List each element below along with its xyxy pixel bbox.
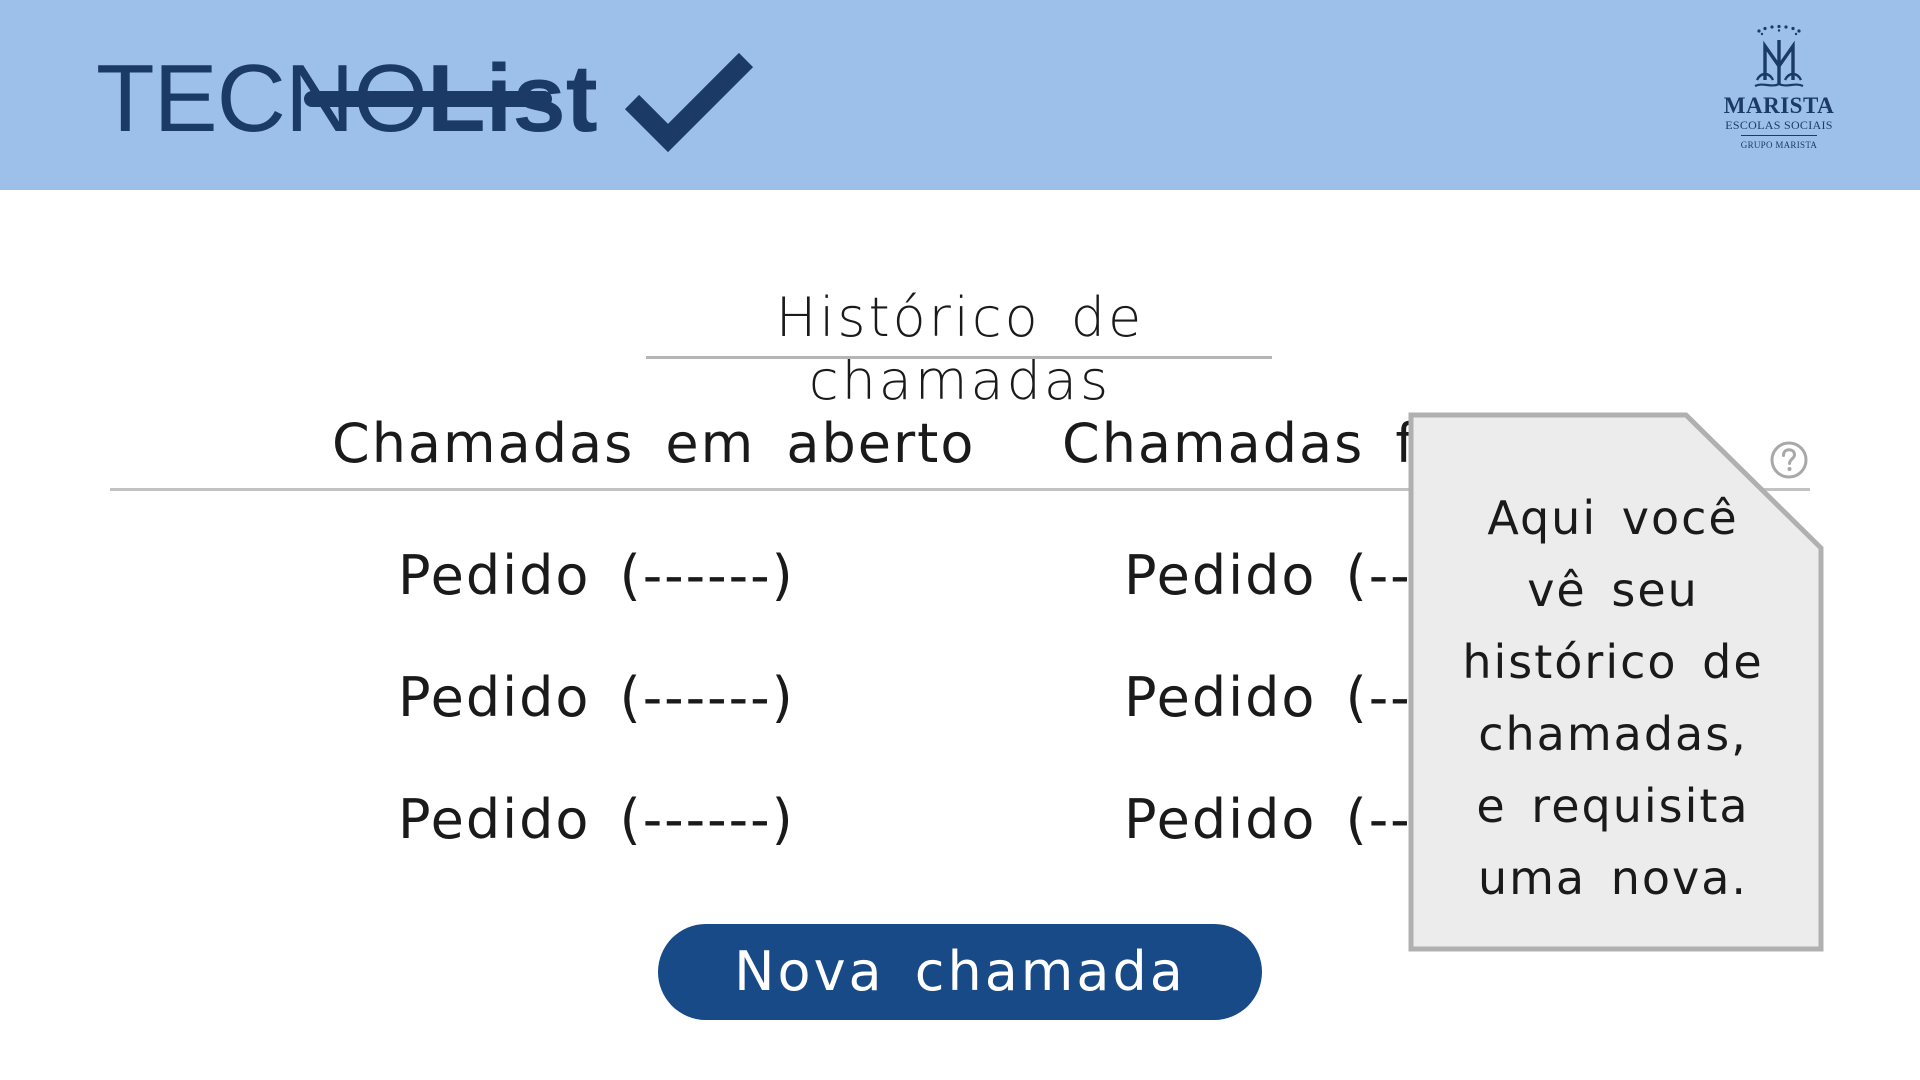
logo-title: MARISTA: [1723, 93, 1835, 118]
new-call-button[interactable]: Nova chamada: [658, 924, 1262, 1020]
callout-text: Aqui você vê seu histórico de chamadas, …: [1428, 482, 1798, 914]
tab-open-calls[interactable]: Chamadas em aberto: [332, 412, 975, 475]
logo-subtitle: ESCOLAS SOCIAIS: [1725, 118, 1833, 132]
marista-monogram-icon: [1754, 24, 1804, 88]
callout-line: vê seu: [1527, 563, 1699, 617]
logo-group: GRUPO MARISTA: [1740, 135, 1818, 151]
brand-underline: [304, 91, 552, 107]
open-order-item[interactable]: Pedido (------): [398, 788, 795, 851]
help-callout: Aqui você vê seu histórico de chamadas, …: [1408, 412, 1824, 952]
callout-line: chamadas,: [1478, 707, 1748, 761]
marista-logo: MARISTA ESCOLAS SOCIAIS GRUPO MARISTA: [1708, 22, 1850, 170]
checkmark-icon: [624, 52, 754, 153]
header-bar: TECNO List MARISTA ESCOLAS SOCIAIS GRUPO…: [0, 0, 1920, 190]
page: TECNO List MARISTA ESCOLAS SOCIAIS GRUPO…: [0, 0, 1920, 1080]
callout-line: histórico de: [1462, 635, 1764, 689]
page-title: Histórico de chamadas: [775, 286, 1145, 412]
callout-line: Aqui você: [1487, 491, 1739, 545]
callout-line: e requisita: [1476, 779, 1750, 833]
callout-line: uma nova.: [1477, 851, 1749, 905]
open-order-item[interactable]: Pedido (------): [398, 544, 795, 607]
open-order-item[interactable]: Pedido (------): [398, 666, 795, 729]
title-underline: [646, 356, 1272, 359]
